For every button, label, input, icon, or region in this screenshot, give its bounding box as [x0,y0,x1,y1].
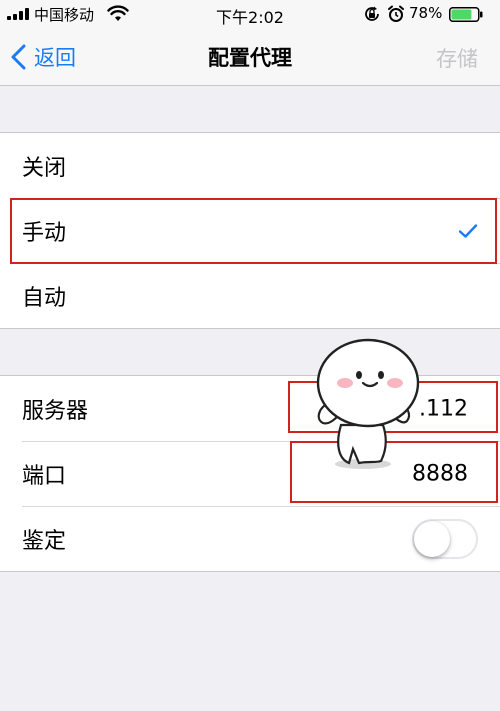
port-label: 端口 [22,463,67,489]
toggle-knob [414,520,450,557]
page-title: 配置代理 [208,46,292,70]
save-button[interactable]: 存储 [436,43,478,73]
orientation-lock-icon [365,6,379,21]
proxy-mode-off-label: 关闭 [22,155,67,181]
cartoon-sticker [316,338,420,469]
authentication-label: 鉴定 [22,528,67,554]
proxy-mode-off[interactable]: 关闭 [0,133,500,198]
status-bar: 中国移动 下午2:02 78% [0,0,500,28]
battery-icon [449,7,483,22]
alarm-icon [388,5,404,22]
authentication-toggle[interactable] [412,518,478,559]
highlight-box-manual [10,198,497,264]
proxy-mode-auto[interactable]: 自动 [0,263,500,328]
server-label: 服务器 [22,398,89,424]
battery-percent: 78% [409,4,443,22]
navigation-bar: 返回 配置代理 存储 [0,28,500,86]
authentication-row: 鉴定 [0,506,500,571]
proxy-mode-auto-label: 自动 [22,285,67,311]
